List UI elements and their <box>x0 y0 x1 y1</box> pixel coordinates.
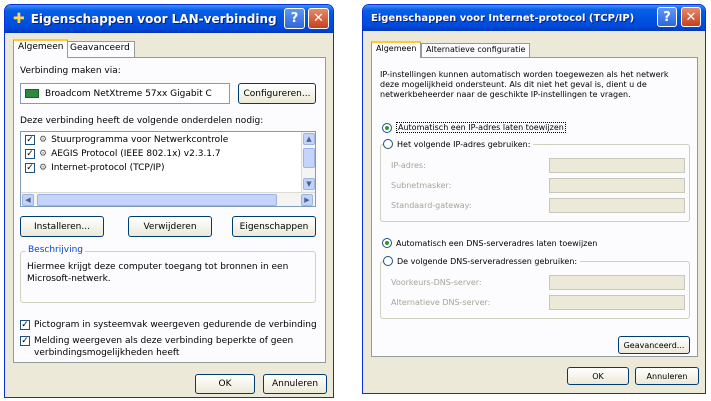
manual-dns-group: De volgende DNS-serveradressen gebruiken… <box>380 256 690 319</box>
scroll-thumb[interactable] <box>303 148 315 168</box>
remove-button[interactable]: Verwijderen <box>128 216 212 237</box>
scroll-left-icon[interactable]: ◀ <box>22 194 34 206</box>
help-icon: ? <box>290 11 299 26</box>
close-icon: ✕ <box>685 9 697 25</box>
intro-text: IP-instellingen kunnen automatisch worde… <box>380 70 669 99</box>
subnet-mask-label: Subnetmasker: <box>391 181 452 190</box>
notify-checkbox[interactable]: ✓ <box>20 336 30 346</box>
tab-algemeen[interactable]: Algemeen <box>13 39 69 58</box>
auto-ip-option[interactable]: Automatisch een IP-adres laten toewijzen <box>382 122 566 133</box>
install-button[interactable]: Installeren... <box>20 216 104 237</box>
tcpip-cancel-button[interactable]: Annuleren <box>635 367 699 385</box>
adapter-field: Broadcom NetXtreme 57xx Gigabit C <box>20 83 230 104</box>
protocol-icon: ⚙ <box>39 163 48 173</box>
scroll-right-icon[interactable]: ▶ <box>301 194 313 206</box>
network-connection-icon: ✚ <box>13 11 25 27</box>
properties-button[interactable]: Eigenschappen <box>232 216 316 237</box>
help-button[interactable]: ? <box>284 8 305 29</box>
tab-geavanceerd[interactable]: Geavanceerd <box>65 41 135 58</box>
manual-dns-option[interactable]: De volgende DNS-serveradressen gebruiken… <box>383 256 581 266</box>
alternate-dns-label: Alternatieve DNS-server: <box>391 298 491 307</box>
help-icon: ? <box>663 9 671 25</box>
auto-dns-label: Automatisch een DNS-serveradres laten to… <box>396 238 598 248</box>
lan-title-bar[interactable]: ✚ Eigenschappen voor LAN-verbinding ? ✕ <box>5 5 333 33</box>
gateway-field[interactable] <box>549 198 685 213</box>
lan-window-title: Eigenschappen voor LAN-verbinding <box>30 12 277 26</box>
description-title: Beschrijving <box>26 245 85 255</box>
description-text: Hiermee krijgt deze computer toegang tot… <box>27 262 289 284</box>
component-label: Internet-protocol (TCP/IP) <box>51 163 165 173</box>
show-icon-checkbox[interactable]: ✓ <box>20 320 30 330</box>
horizontal-scrollbar[interactable]: ◀ ▶ <box>21 192 315 206</box>
lan-ok-button[interactable]: OK <box>195 374 255 394</box>
vertical-scrollbar[interactable]: ▲ ▼ <box>301 132 315 192</box>
lan-general-panel: Verbinding maken via: Broadcom NetXtreme… <box>13 57 326 363</box>
component-checkbox[interactable]: ✓ <box>25 135 35 145</box>
horizontal-scroll-thumb[interactable] <box>37 194 277 206</box>
tab-alternatieve-configuratie[interactable]: Alternatieve configuratie <box>421 43 531 58</box>
preferred-dns-label: Voorkeurs-DNS-server: <box>391 278 482 287</box>
auto-ip-radio[interactable] <box>382 122 392 133</box>
show-icon-option[interactable]: ✓ Pictogram in systeemvak weergeven gedu… <box>20 320 317 330</box>
advanced-button[interactable]: Geavanceerd... <box>618 336 690 354</box>
ip-address-field[interactable] <box>549 158 685 173</box>
lan-cancel-button[interactable]: Annuleren <box>263 374 327 394</box>
gateway-label: Standaard-gateway: <box>391 201 472 210</box>
adapter-name: Broadcom NetXtreme 57xx Gigabit C <box>45 88 212 99</box>
tab-algemeen[interactable]: Algemeen <box>371 41 422 58</box>
manual-ip-radio[interactable] <box>383 139 393 149</box>
help-button[interactable]: ? <box>657 7 677 27</box>
component-label: Stuurprogramma voor Netwerkcontrole <box>51 135 229 145</box>
tcpip-properties-window: Eigenschappen voor Internet-protocol (TC… <box>362 4 706 394</box>
manual-ip-option[interactable]: Het volgende IP-adres gebruiken: <box>383 139 534 149</box>
notify-label: Melding weergeven als deze verbinding be… <box>34 336 294 358</box>
tcpip-title-bar[interactable]: Eigenschappen voor Internet-protocol (TC… <box>363 5 705 31</box>
close-button[interactable]: ✕ <box>308 8 329 29</box>
description-group: Beschrijving Hiermee krijgt deze compute… <box>20 245 316 303</box>
component-checkbox[interactable]: ✓ <box>25 149 35 159</box>
auto-dns-option[interactable]: Automatisch een DNS-serveradres laten to… <box>382 238 597 248</box>
components-list[interactable]: ✓ ⚙ Stuurprogramma voor Netwerkcontrole … <box>20 131 316 207</box>
protocol-icon: ⚙ <box>39 135 48 145</box>
close-icon: ✕ <box>313 11 324 26</box>
connect-via-label: Verbinding maken via: <box>20 66 121 76</box>
list-item[interactable]: ✓ ⚙ Internet-protocol (TCP/IP) <box>25 163 164 173</box>
network-adapter-icon <box>25 89 39 98</box>
auto-dns-radio[interactable] <box>382 238 392 248</box>
manual-ip-group: Het volgende IP-adres gebruiken: IP-adre… <box>380 139 690 222</box>
scroll-down-icon[interactable]: ▼ <box>303 178 315 190</box>
notify-option[interactable]: ✓ Melding weergeven als deze verbinding … <box>20 335 316 359</box>
configure-button[interactable]: Configureren... <box>238 83 316 104</box>
tcpip-window-title: Eigenschappen voor Internet-protocol (TC… <box>371 12 635 24</box>
auto-ip-label: Automatisch een IP-adres laten toewijzen <box>396 122 566 133</box>
list-item[interactable]: ✓ ⚙ AEGIS Protocol (IEEE 802.1x) v2.3.1.… <box>25 149 221 159</box>
tcpip-general-panel: IP-instellingen kunnen automatisch worde… <box>371 57 698 357</box>
scroll-up-icon[interactable]: ▲ <box>303 133 315 145</box>
manual-dns-radio[interactable] <box>383 256 393 266</box>
components-label: Deze verbinding heeft de volgende onderd… <box>20 116 264 126</box>
manual-dns-label: De volgende DNS-serveradressen gebruiken… <box>397 256 578 266</box>
protocol-icon: ⚙ <box>39 149 48 159</box>
list-item[interactable]: ✓ ⚙ Stuurprogramma voor Netwerkcontrole <box>25 135 228 145</box>
lan-properties-window: ✚ Eigenschappen voor LAN-verbinding ? ✕ … <box>4 4 334 398</box>
close-button[interactable]: ✕ <box>681 7 701 27</box>
component-label: AEGIS Protocol (IEEE 802.1x) v2.3.1.7 <box>51 149 221 159</box>
alternate-dns-field[interactable] <box>549 295 685 310</box>
preferred-dns-field[interactable] <box>549 275 685 290</box>
ip-address-label: IP-adres: <box>391 161 426 170</box>
show-icon-label: Pictogram in systeemvak weergeven gedure… <box>34 320 317 330</box>
tcpip-ok-button[interactable]: OK <box>567 367 629 385</box>
subnet-mask-field[interactable] <box>549 178 685 193</box>
manual-ip-label: Het volgende IP-adres gebruiken: <box>397 139 531 149</box>
component-checkbox[interactable]: ✓ <box>25 163 35 173</box>
